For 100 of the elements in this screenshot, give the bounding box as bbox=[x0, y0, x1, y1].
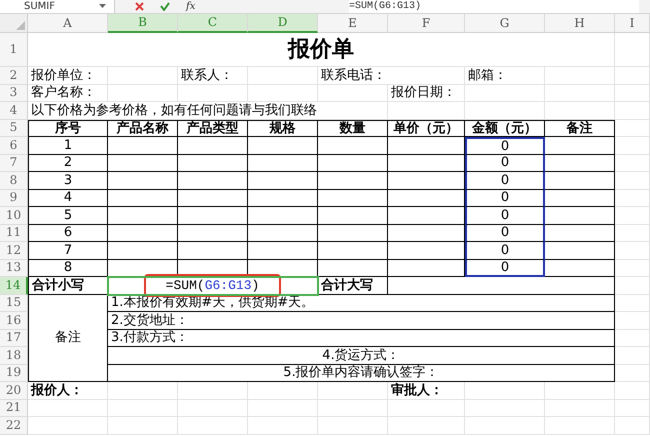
spreadsheet-cell[interactable] bbox=[248, 154, 318, 172]
column-header[interactable]: D bbox=[248, 14, 318, 33]
column-header[interactable]: H bbox=[545, 14, 615, 33]
spreadsheet-cell[interactable]: 1 bbox=[28, 137, 108, 154]
spreadsheet-cell[interactable] bbox=[388, 242, 465, 260]
spreadsheet-cell[interactable] bbox=[108, 224, 178, 242]
row-header[interactable]: 17 bbox=[0, 330, 28, 347]
spreadsheet-cell[interactable] bbox=[388, 224, 465, 242]
spreadsheet-cell[interactable]: 0 bbox=[465, 242, 545, 260]
spreadsheet-cell[interactable]: 邮箱： bbox=[465, 67, 545, 84]
spreadsheet-cell[interactable] bbox=[318, 224, 388, 242]
spreadsheet-cell[interactable]: 审批人： bbox=[388, 382, 465, 400]
spreadsheet-cell[interactable] bbox=[388, 190, 465, 207]
spreadsheet-cell[interactable] bbox=[318, 172, 388, 190]
spreadsheet-cell[interactable]: 合计小写 bbox=[28, 277, 108, 294]
header-cell[interactable]: 规格 bbox=[248, 120, 318, 137]
row-header[interactable]: 18 bbox=[0, 347, 28, 364]
spreadsheet-cell[interactable]: 8 bbox=[28, 260, 108, 277]
cancel-icon[interactable] bbox=[135, 2, 144, 11]
spreadsheet-cell[interactable]: 5 bbox=[28, 207, 108, 224]
spreadsheet-cell[interactable] bbox=[388, 172, 465, 190]
row-header[interactable]: 5 bbox=[0, 120, 28, 137]
header-cell[interactable]: 备注 bbox=[545, 120, 615, 137]
spreadsheet-cell[interactable]: 报价日期： bbox=[388, 84, 465, 102]
spreadsheet-cell[interactable] bbox=[388, 260, 465, 277]
spreadsheet-cell[interactable]: 0 bbox=[465, 207, 545, 224]
spreadsheet-cell[interactable] bbox=[178, 172, 248, 190]
row-header[interactable]: 20 bbox=[0, 382, 28, 400]
header-cell[interactable]: 单价（元） bbox=[388, 120, 465, 137]
column-header[interactable]: G bbox=[465, 14, 545, 33]
spreadsheet-cell[interactable] bbox=[178, 190, 248, 207]
row-header[interactable]: 19 bbox=[0, 364, 28, 382]
spreadsheet-cell[interactable] bbox=[318, 154, 388, 172]
spreadsheet-cell[interactable]: 以下价格为参考价格，如有任何问题请与我们联络 bbox=[28, 102, 388, 120]
spreadsheet-cell[interactable]: 3.付款方式： bbox=[108, 330, 615, 347]
spreadsheet-cell[interactable]: 报价单位： bbox=[28, 67, 108, 84]
spreadsheet-cell[interactable] bbox=[248, 137, 318, 154]
spreadsheet-cell[interactable]: 3 bbox=[28, 172, 108, 190]
row-header[interactable]: 15 bbox=[0, 294, 28, 312]
spreadsheet-cell[interactable] bbox=[545, 242, 615, 260]
spreadsheet-cell[interactable] bbox=[248, 172, 318, 190]
spreadsheet-cell[interactable] bbox=[108, 242, 178, 260]
spreadsheet-cell[interactable] bbox=[545, 207, 615, 224]
row-header[interactable]: 8 bbox=[0, 172, 28, 190]
spreadsheet-cell[interactable]: =SUM(G6:G13) bbox=[108, 277, 318, 294]
row-header[interactable]: 9 bbox=[0, 190, 28, 207]
column-header[interactable]: A bbox=[28, 14, 108, 33]
title-cell[interactable]: 报价单 bbox=[28, 33, 615, 67]
row-header[interactable]: 11 bbox=[0, 224, 28, 242]
row-header[interactable]: 21 bbox=[0, 400, 28, 417]
row-header[interactable]: 4 bbox=[0, 102, 28, 120]
spreadsheet-cell[interactable] bbox=[108, 172, 178, 190]
header-cell[interactable]: 产品名称 bbox=[108, 120, 178, 137]
spreadsheet-cell[interactable] bbox=[178, 207, 248, 224]
header-cell[interactable]: 序号 bbox=[28, 120, 108, 137]
row-header[interactable]: 7 bbox=[0, 154, 28, 172]
spreadsheet-cell[interactable] bbox=[108, 137, 178, 154]
spreadsheet-cell[interactable] bbox=[545, 154, 615, 172]
spreadsheet-cell[interactable] bbox=[545, 224, 615, 242]
row-header[interactable]: 10 bbox=[0, 207, 28, 224]
spreadsheet-cell[interactable] bbox=[178, 154, 248, 172]
column-header[interactable]: C bbox=[178, 14, 248, 33]
row-header[interactable]: 1 bbox=[0, 33, 28, 67]
spreadsheet-cell[interactable] bbox=[248, 224, 318, 242]
spreadsheet-cell[interactable]: 2 bbox=[28, 154, 108, 172]
header-cell[interactable]: 数量 bbox=[318, 120, 388, 137]
row-header[interactable]: 16 bbox=[0, 312, 28, 330]
spreadsheet-cell[interactable]: 7 bbox=[28, 242, 108, 260]
spreadsheet-cell[interactable] bbox=[178, 224, 248, 242]
spreadsheet-cell[interactable] bbox=[318, 260, 388, 277]
spreadsheet-cell[interactable]: 0 bbox=[465, 224, 545, 242]
spreadsheet-cell[interactable]: 6 bbox=[28, 224, 108, 242]
function-button[interactable]: fx bbox=[186, 0, 196, 13]
spreadsheet-cell[interactable] bbox=[545, 172, 615, 190]
column-header[interactable]: B bbox=[108, 14, 178, 33]
header-cell[interactable]: 金额（元） bbox=[465, 120, 545, 137]
spreadsheet-cell[interactable] bbox=[388, 137, 465, 154]
spreadsheet-cell[interactable]: 联系电话： bbox=[318, 67, 465, 84]
spreadsheet-cell[interactable] bbox=[108, 207, 178, 224]
spreadsheet-cell[interactable]: 0 bbox=[465, 190, 545, 207]
column-header[interactable]: F bbox=[388, 14, 465, 33]
row-header[interactable]: 13 bbox=[0, 260, 28, 277]
spreadsheet-cell[interactable] bbox=[318, 242, 388, 260]
spreadsheet-cell[interactable] bbox=[178, 242, 248, 260]
spreadsheet-cell[interactable]: 联系人： bbox=[178, 67, 248, 84]
header-cell[interactable]: 产品类型 bbox=[178, 120, 248, 137]
spreadsheet-cell[interactable]: 0 bbox=[465, 137, 545, 154]
spreadsheet-cell[interactable]: 5.报价单内容请确认签字： bbox=[108, 364, 615, 382]
spreadsheet-cell[interactable] bbox=[108, 190, 178, 207]
spreadsheet-cell[interactable] bbox=[178, 137, 248, 154]
spreadsheet-cell[interactable] bbox=[248, 190, 318, 207]
spreadsheet-cell[interactable] bbox=[318, 190, 388, 207]
formula-field[interactable]: =SUM(G6:G13) bbox=[349, 0, 639, 13]
spreadsheet-cell[interactable] bbox=[388, 207, 465, 224]
row-header[interactable]: 3 bbox=[0, 84, 28, 102]
spreadsheet-cell[interactable]: 0 bbox=[465, 172, 545, 190]
checkmark-icon[interactable] bbox=[160, 2, 170, 11]
row-header[interactable]: 6 bbox=[0, 137, 28, 154]
spreadsheet-cell[interactable]: 0 bbox=[465, 260, 545, 277]
select-all-icon[interactable] bbox=[16, 21, 25, 30]
